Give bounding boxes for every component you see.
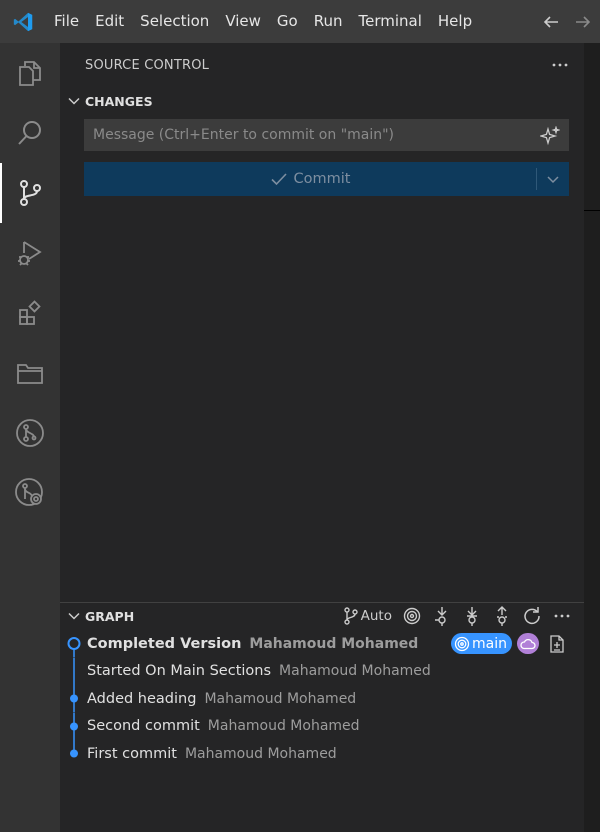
git-graph-icon[interactable] [0, 463, 60, 523]
commit-message: Completed Version [87, 635, 242, 652]
menu-view[interactable]: View [217, 0, 269, 43]
commit-author: Mahamoud Mohamed [249, 635, 419, 652]
target-icon[interactable] [402, 606, 422, 626]
commit-author: Mahamoud Mohamed [207, 718, 360, 735]
commit-message: Started On Main Sections [87, 663, 272, 680]
forward-arrow-icon[interactable] [574, 13, 592, 31]
commit-author: Mahamoud Mohamed [204, 690, 357, 707]
auto-label: Auto [360, 608, 392, 624]
checkmark-icon [270, 173, 287, 186]
auto-branch-filter[interactable]: Auto [343, 606, 392, 626]
chevron-down-icon [66, 608, 82, 624]
commit-button-group: Commit [84, 162, 569, 196]
graph-line-icon [73, 657, 75, 685]
menu-help[interactable]: Help [430, 0, 480, 43]
commit-author: Mahamoud Mohamed [279, 663, 431, 680]
menu-selection[interactable]: Selection [132, 0, 217, 43]
sparkle-icon[interactable] [538, 125, 561, 146]
open-changes-icon[interactable] [547, 633, 567, 654]
menu-terminal[interactable]: Terminal [351, 0, 430, 43]
commit-node-icon [70, 712, 78, 740]
commit-text: Started On Main Sections Mahamoud Mohame… [87, 663, 431, 679]
activity-bar [0, 43, 60, 832]
editor-area [584, 43, 600, 832]
graph-toolbar: Auto [343, 604, 572, 628]
chevron-down-icon [66, 93, 82, 109]
graph-row[interactable]: Added heading Mahamoud Mohamed [60, 685, 584, 713]
vscode-logo-icon [0, 0, 46, 43]
sidebar-title: SOURCE CONTROL [85, 57, 210, 73]
remote-explorer-icon[interactable] [0, 343, 60, 403]
commit-text: Second commit Mahamoud Mohamed [87, 718, 360, 734]
branch-icon [343, 607, 358, 625]
commit-node-icon [70, 740, 78, 758]
chevron-down-icon [547, 176, 559, 184]
commit-button-label: Commit [293, 171, 351, 187]
search-icon[interactable] [0, 103, 60, 163]
graph-row[interactable]: Second commit Mahamoud Mohamed [60, 712, 584, 740]
source-control-sidebar: SOURCE CONTROL CHANGES Commit [60, 43, 584, 832]
graph-row[interactable]: Started On Main Sections Mahamoud Mohame… [60, 657, 584, 685]
title-bar: File Edit Selection View Go Run Terminal… [0, 0, 600, 43]
changes-label: CHANGES [85, 93, 153, 109]
head-commit-node-icon [67, 637, 81, 658]
graph-label: GRAPH [85, 608, 135, 624]
run-debug-icon[interactable] [0, 223, 60, 283]
sidebar-header: SOURCE CONTROL [60, 43, 584, 87]
target-icon [454, 636, 470, 651]
changes-section-header[interactable]: CHANGES [60, 89, 584, 113]
cloud-icon [517, 633, 539, 654]
menu-run[interactable]: Run [306, 0, 351, 43]
commit-message-input[interactable] [93, 127, 560, 143]
menu-bar: File Edit Selection View Go Run Terminal… [46, 0, 480, 43]
commit-message: Second commit [87, 718, 200, 735]
push-icon[interactable] [492, 606, 512, 626]
pull-icon[interactable] [462, 606, 482, 626]
refresh-icon[interactable] [522, 606, 542, 626]
more-actions-icon[interactable] [550, 55, 570, 75]
menu-file[interactable]: File [46, 0, 87, 43]
menu-edit[interactable]: Edit [87, 0, 132, 43]
extensions-icon[interactable] [0, 283, 60, 343]
fetch-icon[interactable] [432, 606, 452, 626]
graph-divider [60, 602, 584, 603]
commit-text: Completed Version Mahamoud Mohamed [87, 636, 418, 652]
graph-row[interactable]: First commit Mahamoud Mohamed [60, 740, 584, 768]
commit-message: First commit [87, 745, 177, 762]
back-arrow-icon[interactable] [542, 13, 560, 31]
commit-text: First commit Mahamoud Mohamed [87, 746, 337, 762]
commit-button[interactable]: Commit [84, 162, 536, 196]
navigation-controls [542, 0, 592, 43]
editor-divider [584, 210, 600, 211]
commit-author: Mahamoud Mohamed [184, 745, 337, 762]
graph-row[interactable]: Completed Version Mahamoud Mohamed main [60, 630, 584, 658]
more-actions-icon[interactable] [552, 606, 572, 626]
commit-message-box [84, 119, 569, 151]
source-control-icon[interactable] [0, 163, 60, 223]
commit-message: Added heading [87, 690, 197, 707]
commit-options-dropdown[interactable] [537, 162, 569, 196]
branch-badge: main [451, 633, 512, 654]
commit-node-icon [70, 685, 78, 713]
github-pr-icon[interactable] [0, 403, 60, 463]
branch-badge-label: main [472, 635, 507, 652]
explorer-icon[interactable] [0, 43, 60, 103]
commit-text: Added heading Mahamoud Mohamed [87, 691, 356, 707]
commit-graph: Completed Version Mahamoud Mohamed main … [60, 630, 584, 768]
menu-go[interactable]: Go [269, 0, 306, 43]
